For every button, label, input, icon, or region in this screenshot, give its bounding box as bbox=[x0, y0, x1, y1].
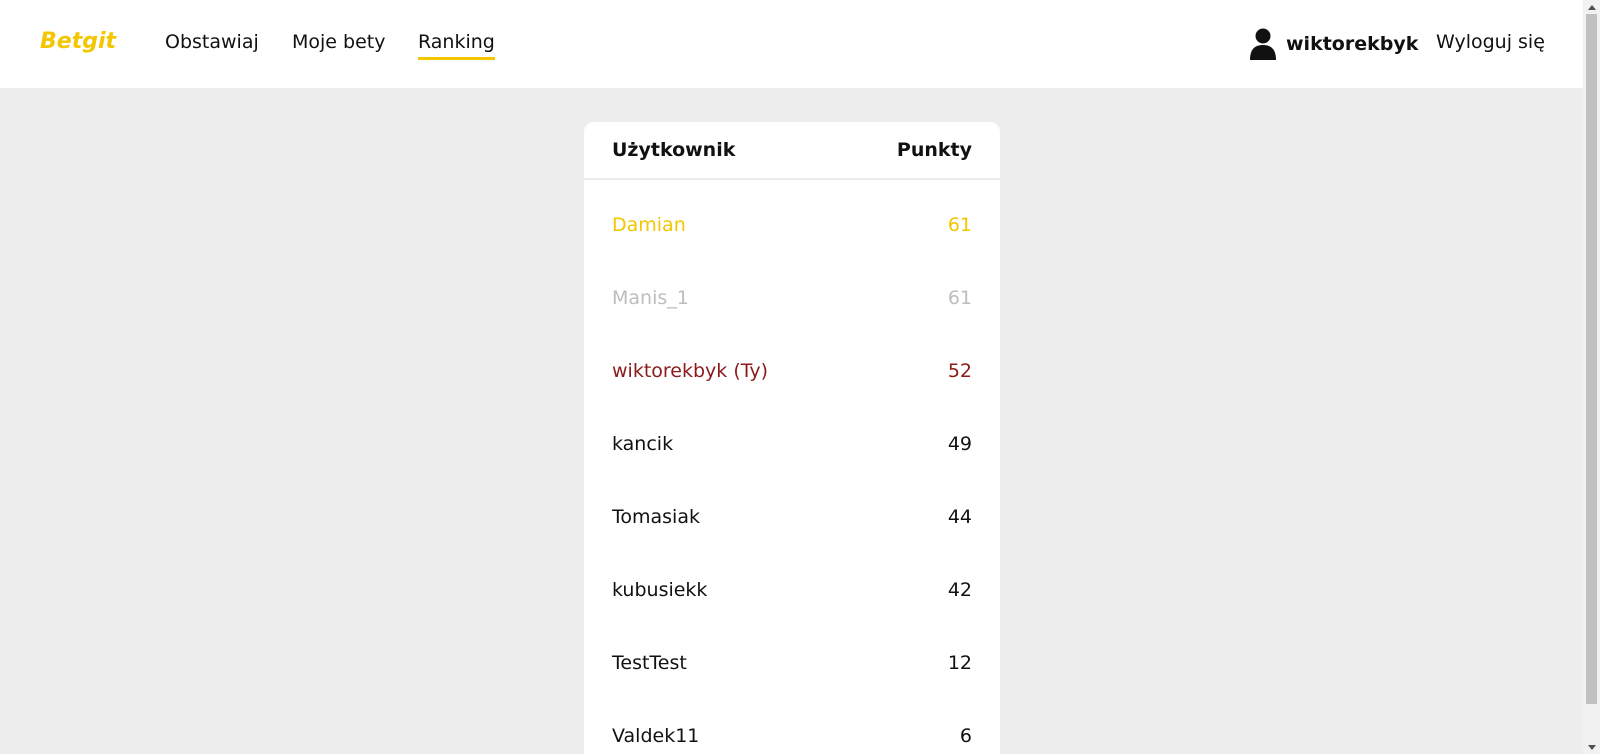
ranking-table: Użytkownik Punkty Damian 61 Manis_1 61 w… bbox=[584, 122, 1000, 754]
ranking-table-header: Użytkownik Punkty bbox=[584, 122, 1000, 180]
table-row: Manis_1 61 bbox=[584, 261, 1000, 334]
table-row: Tomasiak 44 bbox=[584, 480, 1000, 553]
row-user: Tomasiak bbox=[612, 505, 700, 528]
row-points: 61 bbox=[947, 213, 972, 236]
table-row: Damian 61 bbox=[584, 188, 1000, 261]
nav-link-obstawiaj[interactable]: Obstawiaj bbox=[165, 28, 259, 56]
column-header-points: Punkty bbox=[896, 139, 972, 161]
table-row: kancik 49 bbox=[584, 407, 1000, 480]
row-points: 6 bbox=[959, 724, 972, 747]
row-points: 44 bbox=[947, 505, 972, 528]
column-header-user: Użytkownik bbox=[612, 139, 736, 161]
nav-link-moje-bety[interactable]: Moje bety bbox=[292, 28, 385, 56]
user-icon bbox=[1250, 28, 1276, 60]
row-user: Damian bbox=[612, 213, 686, 236]
table-row: Valdek11 6 bbox=[584, 699, 1000, 754]
row-user: kubusiekk bbox=[612, 578, 708, 601]
row-points: 61 bbox=[947, 286, 972, 309]
row-user: TestTest bbox=[612, 651, 687, 674]
nav-link-ranking[interactable]: Ranking bbox=[418, 28, 495, 60]
row-points: 42 bbox=[947, 578, 972, 601]
scroll-down-arrow-icon[interactable] bbox=[1583, 740, 1600, 754]
user-name: wiktorekbyk bbox=[1286, 33, 1419, 55]
page-scrollbar[interactable] bbox=[1583, 0, 1600, 754]
row-points: 52 bbox=[947, 359, 972, 382]
brand-logo[interactable]: Betgit bbox=[40, 26, 116, 58]
navbar: Betgit Obstawiaj Moje bety Ranking wikto… bbox=[0, 0, 1583, 88]
row-user: kancik bbox=[612, 432, 674, 455]
scrollbar-thumb[interactable] bbox=[1586, 14, 1597, 704]
table-row: wiktorekbyk (Ty) 52 bbox=[584, 334, 1000, 407]
user-profile[interactable]: wiktorekbyk bbox=[1250, 26, 1418, 62]
table-row: TestTest 12 bbox=[584, 626, 1000, 699]
ranking-rows: Damian 61 Manis_1 61 wiktorekbyk (Ty) 52… bbox=[584, 180, 1000, 754]
row-points: 49 bbox=[947, 432, 972, 455]
table-row: kubusiekk 42 bbox=[584, 553, 1000, 626]
page: Betgit Obstawiaj Moje bety Ranking wikto… bbox=[0, 0, 1600, 754]
logout-link[interactable]: Wyloguj się bbox=[1436, 28, 1545, 56]
row-user: Valdek11 bbox=[612, 724, 700, 747]
scroll-up-arrow-icon[interactable] bbox=[1583, 0, 1600, 14]
row-user: Manis_1 bbox=[612, 286, 689, 309]
row-points: 12 bbox=[947, 651, 972, 674]
row-user: wiktorekbyk (Ty) bbox=[612, 359, 769, 382]
